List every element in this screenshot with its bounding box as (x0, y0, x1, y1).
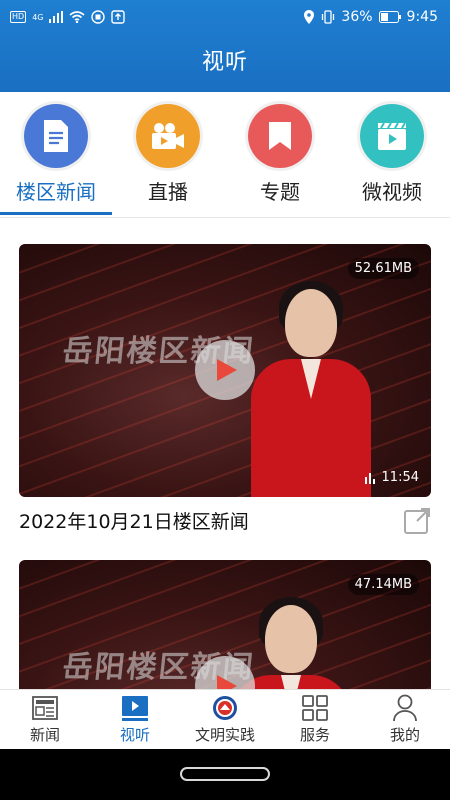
app-notification-icon (91, 10, 106, 24)
bottom-tab-bar: 新闻 视听 文明实践 服务 我的 (0, 689, 450, 749)
upload-icon (111, 10, 126, 24)
active-tab-indicator (0, 212, 112, 215)
share-icon[interactable] (403, 507, 431, 535)
tab-label: 文明实践 (194, 726, 255, 744)
tab-label: 我的 (389, 726, 420, 744)
tab-civilization-practice[interactable]: 文明实践 (180, 690, 270, 749)
main-content: 楼区新闻 直播 专题 微视频 岳阳楼区新闻 52.61MB 11:54 2022… (0, 92, 450, 689)
vibrate-icon (322, 10, 335, 24)
tab-audiovisual[interactable]: 视听 (90, 690, 180, 749)
category-label: 楼区新闻 (16, 180, 96, 204)
tab-label: 服务 (299, 726, 330, 744)
category-tab-topics[interactable]: 专题 (224, 101, 336, 205)
category-label: 专题 (260, 180, 300, 204)
home-gesture-bar[interactable] (180, 767, 270, 781)
bar-chart-icon (364, 472, 375, 484)
category-tab-live[interactable]: 直播 (112, 101, 224, 205)
category-bar: 楼区新闻 直播 专题 微视频 (0, 92, 450, 218)
file-size-badge: 52.61MB (347, 258, 419, 279)
battery-percent: 36% (341, 9, 373, 25)
page-title: 视听 (201, 50, 248, 75)
grid-icon (300, 694, 330, 722)
document-icon (21, 101, 91, 171)
battery-icon (378, 11, 401, 23)
wifi-icon (69, 11, 86, 23)
video-play-icon (120, 694, 150, 722)
category-label: 微视频 (362, 180, 422, 204)
hd-badge: HD (10, 11, 27, 23)
tab-label: 视听 (119, 726, 150, 744)
video-camera-icon (133, 101, 203, 171)
news-anchor-figure (251, 267, 371, 497)
signal-icon (49, 11, 64, 23)
video-card[interactable]: 岳阳楼区新闻 47.14MB (19, 560, 431, 689)
tab-label: 新闻 (29, 726, 60, 744)
duration-label: 11:54 (364, 470, 419, 485)
play-icon (217, 675, 237, 689)
category-label: 直播 (148, 180, 188, 204)
clapperboard-icon (357, 101, 427, 171)
tab-news[interactable]: 新闻 (0, 690, 90, 749)
emblem-icon (210, 694, 240, 722)
status-bar: HD 4G 36% 9:45 (0, 0, 450, 34)
app-header: HD 4G 36% 9:45 视听 (0, 0, 450, 92)
play-button[interactable] (195, 340, 255, 400)
video-title[interactable]: 2022年10月21日楼区新闻 (19, 507, 431, 537)
network-type: 4G (32, 12, 44, 22)
play-icon (217, 359, 237, 381)
video-thumbnail[interactable]: 岳阳楼区新闻 47.14MB (19, 560, 431, 689)
category-tab-news[interactable]: 楼区新闻 (0, 101, 112, 205)
newspaper-icon (30, 694, 60, 722)
location-icon (304, 10, 315, 24)
user-icon (390, 694, 420, 722)
category-tab-microvideo[interactable]: 微视频 (336, 101, 448, 205)
duration-text: 11:54 (381, 470, 419, 485)
bookmark-icon (245, 101, 315, 171)
system-nav-bar (0, 749, 450, 800)
video-thumbnail[interactable]: 岳阳楼区新闻 52.61MB 11:54 (19, 244, 431, 497)
tab-services[interactable]: 服务 (270, 690, 360, 749)
clock: 9:45 (406, 9, 438, 25)
file-size-badge: 47.14MB (347, 574, 419, 595)
video-card[interactable]: 岳阳楼区新闻 52.61MB 11:54 2022年10月21日楼区新闻 (19, 244, 431, 537)
tab-profile[interactable]: 我的 (360, 690, 450, 749)
